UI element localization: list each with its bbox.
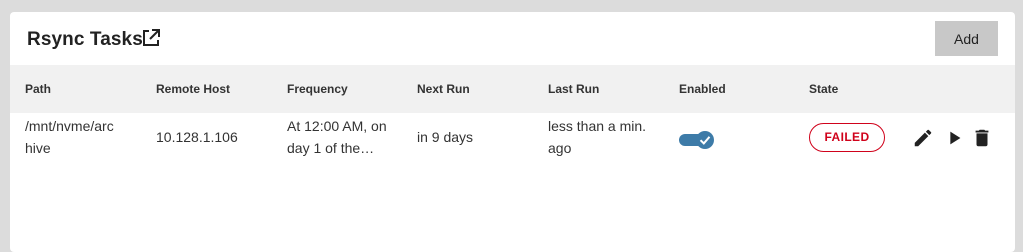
add-button[interactable]: Add <box>935 21 998 56</box>
open-in-new-icon[interactable] <box>141 28 161 48</box>
column-header-path[interactable]: Path <box>25 82 51 96</box>
path-line: hive <box>25 140 51 156</box>
card-header: Rsync Tasks Add <box>10 12 1015 65</box>
last-run-line: ago <box>548 140 572 156</box>
enabled-toggle[interactable] <box>678 129 716 151</box>
last-run-line: less than a min. <box>548 118 647 134</box>
frequency-line: At 12:00 AM, on <box>287 118 387 134</box>
column-header-next-run[interactable]: Next Run <box>417 82 470 96</box>
last-run-cell: less than a min. ago <box>548 115 646 159</box>
state-badge[interactable]: FAILED <box>809 123 885 152</box>
card-title: Rsync Tasks <box>27 29 143 50</box>
table-row: /mnt/nvme/arc hive 10.128.1.106 At 12:00… <box>10 113 1015 173</box>
remote-host-cell: 10.128.1.106 <box>156 129 238 145</box>
column-header-frequency[interactable]: Frequency <box>287 82 348 96</box>
path-cell: /mnt/nvme/arc hive <box>25 115 114 159</box>
next-run-cell: in 9 days <box>417 129 474 145</box>
frequency-line: day 1 of the… <box>287 140 375 156</box>
column-header-remote-host[interactable]: Remote Host <box>156 82 230 96</box>
frequency-cell: At 12:00 AM, on day 1 of the… <box>287 115 387 159</box>
column-header-last-run[interactable]: Last Run <box>548 82 599 96</box>
play-icon[interactable] <box>943 127 965 149</box>
table-header: Path Remote Host Frequency Next Run Last… <box>10 65 1015 113</box>
path-line: /mnt/nvme/arc <box>25 118 114 134</box>
pencil-icon[interactable] <box>912 127 934 149</box>
trash-icon[interactable] <box>971 127 993 149</box>
column-header-state[interactable]: State <box>809 82 838 96</box>
column-header-enabled[interactable]: Enabled <box>679 82 726 96</box>
rsync-tasks-card: Rsync Tasks Add Path Remote Host Frequen… <box>10 12 1015 252</box>
